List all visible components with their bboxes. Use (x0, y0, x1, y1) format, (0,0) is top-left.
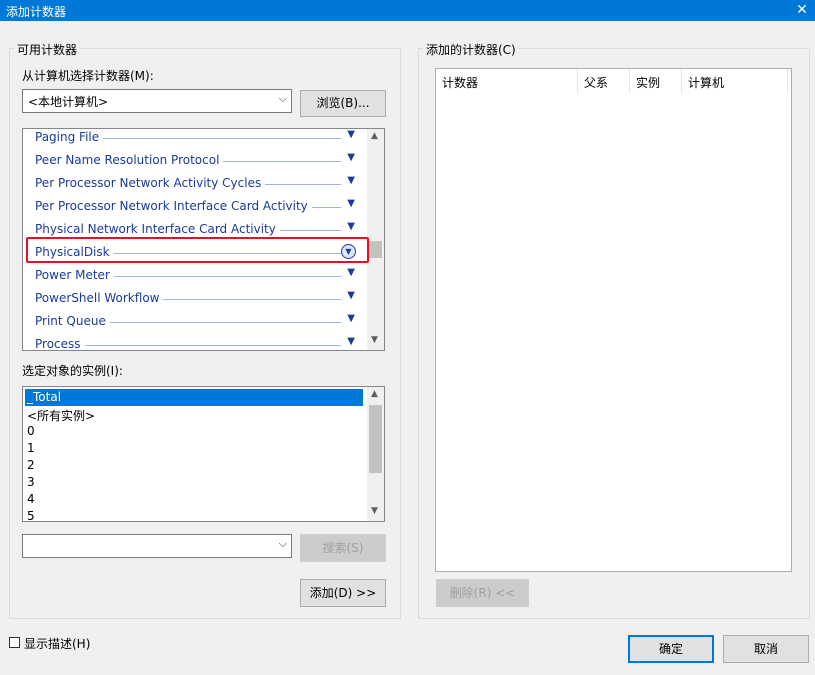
instances-list[interactable]: 5 4 3 2 1 0 <所有实例> _Total ▲ ▼ (22, 386, 385, 522)
instances-scroll-thumb[interactable] (369, 405, 382, 473)
cancel-button[interactable]: 取消 (723, 635, 809, 663)
object-list-scrollbar[interactable]: ▲ ▼ (367, 129, 384, 350)
search-button[interactable]: 搜索(S) (300, 534, 386, 562)
column-header-computer[interactable]: 计算机 (682, 69, 788, 93)
added-counters-label: 添加的计数器(C) (423, 41, 519, 58)
added-counters-list[interactable]: 计数器 父系 实例 计算机 (435, 68, 792, 572)
object-item-label: Paging File (35, 130, 104, 144)
ok-button[interactable]: 确定 (628, 635, 714, 663)
chevron-down-icon[interactable]: ▼ (347, 313, 355, 324)
instance-list-item[interactable]: 2 (25, 457, 363, 474)
object-item-label: Per Processor Network Interface Card Act… (35, 199, 312, 213)
chevron-down-icon: ⌵ (278, 537, 287, 550)
title-bar: 添加计数器 ✕ (0, 0, 815, 21)
chevron-down-icon[interactable]: ▼ (347, 129, 355, 140)
object-list-item[interactable]: Per Processor Network Interface Card Act… (23, 195, 363, 218)
object-list-item[interactable]: Peer Name Resolution Protocol ▼ (23, 149, 363, 172)
object-item-label: Per Processor Network Activity Cycles (35, 176, 266, 190)
scroll-down-icon[interactable]: ▼ (371, 335, 378, 345)
computer-combo[interactable]: <本地计算机> ⌵ (22, 89, 292, 113)
instance-item-label: 3 (27, 475, 35, 489)
column-header-instance[interactable]: 实例 (630, 69, 682, 93)
object-item-label: Physical Network Interface Card Activity (35, 222, 280, 236)
chevron-down-icon[interactable]: ▼ (347, 290, 355, 301)
chevron-down-icon[interactable]: ▼ (347, 221, 355, 232)
object-item-label: Peer Name Resolution Protocol (35, 153, 224, 167)
chevron-down-icon[interactable]: ▼ (347, 336, 355, 347)
chevron-down-icon: ⌵ (278, 92, 287, 105)
object-list-item[interactable]: Paging File ▼ (23, 129, 363, 149)
column-header-parent[interactable]: 父系 (578, 69, 630, 93)
instance-item-label: 0 (27, 424, 35, 438)
instances-label: 选定对象的实例(I): (22, 364, 123, 378)
instance-list-item[interactable]: 1 (25, 440, 363, 457)
remove-button[interactable]: 删除(R) << (436, 579, 529, 607)
object-item-label: Power Meter (35, 268, 114, 282)
chevron-down-icon[interactable]: ▼ (347, 152, 355, 163)
object-list-item[interactable]: Power Meter ▼ (23, 264, 363, 287)
object-list-item[interactable]: PowerShell Workflow ▼ (23, 287, 363, 310)
instance-list-item[interactable]: 0 (25, 423, 363, 440)
instance-item-label: 4 (27, 492, 35, 506)
instances-list-scrollbar[interactable]: ▲ ▼ (367, 387, 384, 521)
chevron-down-icon[interactable]: ▼ (347, 198, 355, 209)
column-header-counter[interactable]: 计数器 (436, 69, 578, 93)
instance-list-item[interactable]: _Total (25, 389, 363, 406)
object-list-item[interactable]: Per Processor Network Activity Cycles ▼ (23, 172, 363, 195)
instance-list-item[interactable]: 5 (25, 508, 363, 522)
instance-item-label: _Total (27, 390, 62, 404)
computer-combo-value: <本地计算机> (28, 95, 109, 109)
browse-button[interactable]: 浏览(B)... (300, 90, 386, 117)
chevron-down-icon[interactable]: ▼ (347, 175, 355, 186)
instance-item-label: <所有实例> (27, 409, 96, 423)
search-input[interactable]: ⌵ (22, 534, 292, 558)
instance-item-label: 2 (27, 458, 35, 472)
instance-list-item[interactable]: <所有实例> (25, 406, 363, 423)
highlight-box (26, 237, 369, 263)
instance-list-item[interactable]: 4 (25, 491, 363, 508)
show-description-label[interactable]: 显示描述(H) (24, 635, 90, 652)
instance-item-label: 5 (27, 509, 35, 522)
object-list-item[interactable]: Print Queue ▼ (23, 310, 363, 333)
computer-select-label: 从计算机选择计数器(M): (22, 69, 154, 83)
object-list-item[interactable]: Process ▼ (23, 333, 363, 350)
scroll-up-icon[interactable]: ▲ (371, 389, 378, 399)
close-icon[interactable]: ✕ (789, 0, 815, 21)
chevron-down-icon[interactable]: ▼ (347, 267, 355, 278)
object-item-label: PowerShell Workflow (35, 291, 164, 305)
show-description-checkbox[interactable] (9, 637, 20, 648)
add-button[interactable]: 添加(D) >> (300, 579, 386, 607)
scroll-up-icon[interactable]: ▲ (371, 131, 378, 141)
instance-list-item[interactable]: 3 (25, 474, 363, 491)
window-title: 添加计数器 (6, 5, 67, 19)
scroll-down-icon[interactable]: ▼ (371, 506, 378, 516)
object-item-label: Process (35, 337, 85, 350)
object-item-label: Print Queue (35, 314, 110, 328)
object-list-scroll-thumb[interactable] (369, 241, 382, 258)
available-counters-label: 可用计数器 (14, 41, 81, 58)
instance-item-label: 1 (27, 441, 35, 455)
